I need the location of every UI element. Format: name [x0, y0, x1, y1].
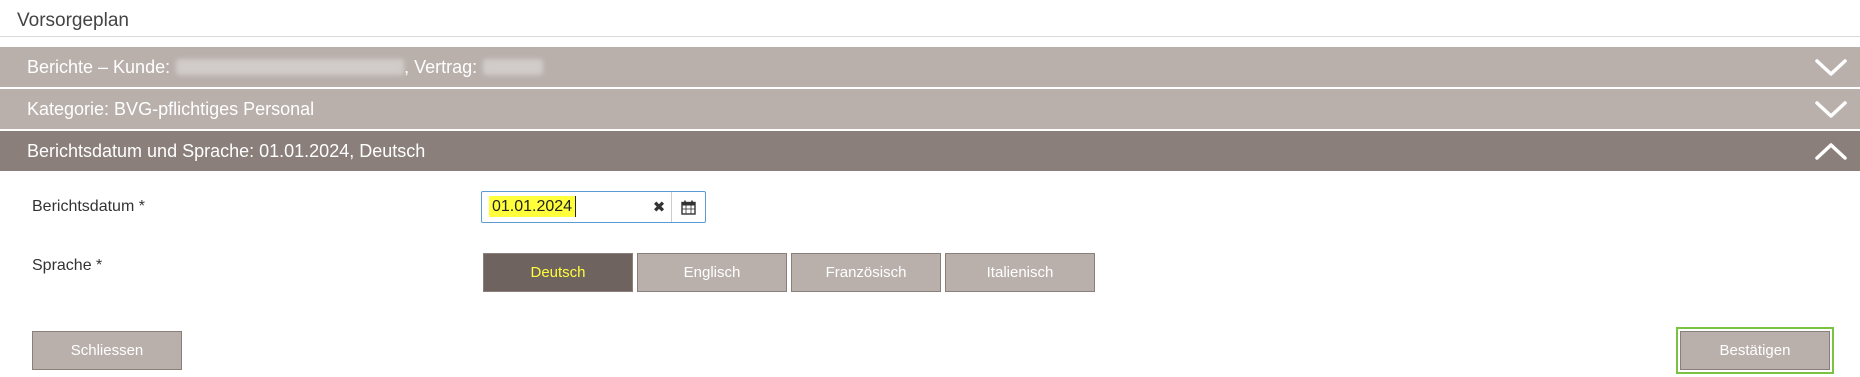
calendar-icon[interactable]: [671, 192, 705, 222]
close-button-label: Schliessen: [70, 342, 144, 359]
clear-icon[interactable]: ✖: [647, 198, 671, 216]
language-button-englisch[interactable]: Englisch: [637, 253, 787, 292]
page-title: Vorsorgeplan: [17, 10, 129, 31]
chevron-up-icon[interactable]: [1814, 137, 1848, 165]
language-button-label: Deutsch: [530, 264, 586, 281]
chevron-down-icon[interactable]: [1814, 95, 1848, 123]
chevron-down-icon[interactable]: [1814, 53, 1848, 81]
language-button-label: Französisch: [825, 264, 907, 281]
language-button-italienisch[interactable]: Italienisch: [945, 253, 1095, 292]
category-header-label: Kategorie: BVG-pflichtiges Personal: [27, 98, 315, 119]
language-button-label: Englisch: [683, 264, 741, 281]
report-date-input[interactable]: 01.01.2024 ✖: [481, 191, 706, 223]
close-button[interactable]: Schliessen: [32, 331, 182, 370]
language-label: Sprache *: [32, 257, 103, 274]
title-divider: [0, 36, 1860, 37]
accordion-header-reports[interactable]: Berichte – Kunde: , Vertrag:: [0, 47, 1860, 87]
report-date-label: Berichtsdatum *: [32, 198, 145, 215]
confirm-button-label: Bestätigen: [1719, 342, 1791, 359]
confirm-button[interactable]: Bestätigen: [1676, 327, 1834, 374]
date-language-header-label: Berichtsdatum und Sprache: 01.01.2024, D…: [27, 140, 426, 161]
redacted-customer-name: [176, 59, 405, 75]
report-date-value[interactable]: 01.01.2024: [489, 196, 577, 217]
language-button-label: Italienisch: [986, 264, 1054, 281]
redacted-contract-number: [483, 59, 544, 75]
language-button-deutsch[interactable]: Deutsch: [483, 253, 633, 292]
reports-contract-label: , Vertrag:: [404, 56, 478, 77]
accordion-header-category[interactable]: Kategorie: BVG-pflichtiges Personal: [0, 89, 1860, 129]
reports-header-label: Berichte – Kunde:: [27, 56, 171, 77]
accordion-header-date-language[interactable]: Berichtsdatum und Sprache: 01.01.2024, D…: [0, 131, 1860, 171]
language-button-franzoesisch[interactable]: Französisch: [791, 253, 941, 292]
